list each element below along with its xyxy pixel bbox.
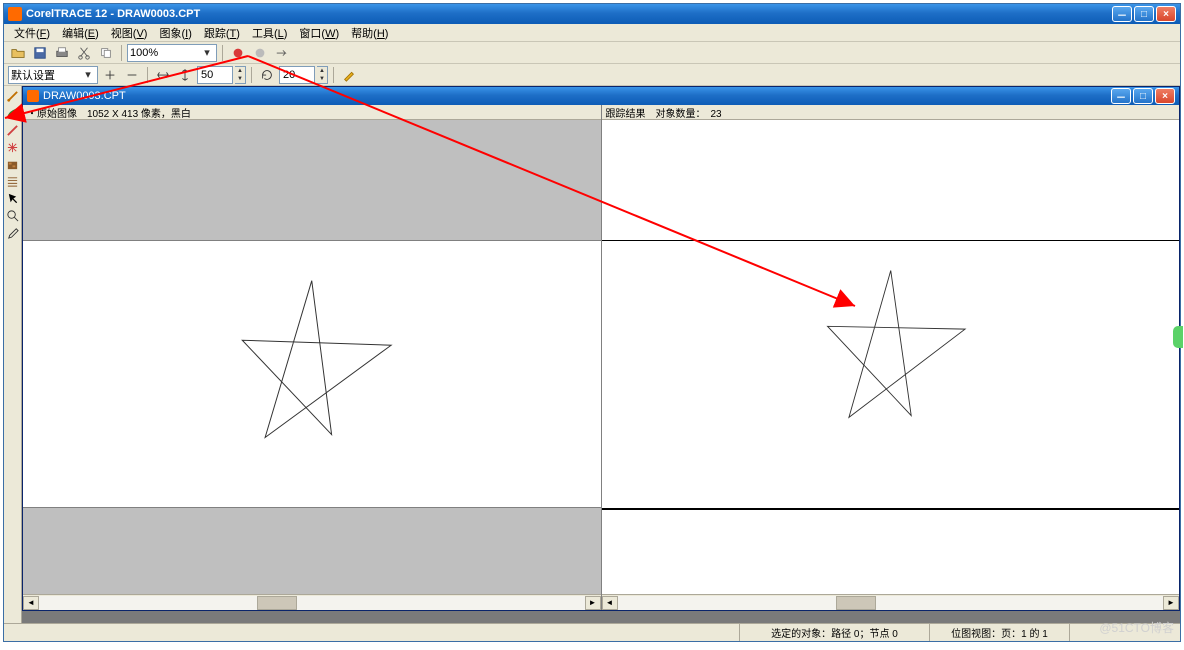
outline-trace-tool[interactable]	[5, 88, 21, 104]
source-image-area	[23, 240, 601, 508]
pick-tool[interactable]	[5, 190, 21, 206]
result-h-scrollbar[interactable]: ◄ ►	[602, 594, 1180, 610]
separator	[147, 67, 148, 83]
status-bar: 选定的对象：路径 0；节点 0 位图视图：页：1 的 1	[4, 623, 1180, 641]
zoom-tool[interactable]	[5, 207, 21, 223]
chevron-down-icon: ▾	[81, 68, 95, 82]
source-h-scrollbar[interactable]: ◄ ►	[23, 594, 601, 610]
status-bitmap: 位图视图：页：1 的 1	[930, 624, 1070, 641]
separator	[222, 45, 223, 61]
document-window: DRAW0003.CPT － □ × ・原始图像 1052 X 413 像素，黑…	[22, 86, 1180, 611]
app-icon	[8, 7, 22, 21]
minimize-button[interactable]: －	[1112, 6, 1132, 22]
mdi-area: DRAW0003.CPT － □ × ・原始图像 1052 X 413 像素，黑…	[22, 86, 1180, 623]
result-pane-header: 跟踪结果 对象数量： 23	[602, 105, 1180, 120]
result-canvas[interactable]	[602, 120, 1180, 594]
preset-label: 默认设置	[11, 67, 81, 83]
refresh-button[interactable]	[257, 66, 277, 84]
mosaic-tool[interactable]	[5, 156, 21, 172]
menu-view[interactable]: 视图(V)	[105, 24, 154, 42]
scroll-thumb[interactable]	[836, 596, 876, 610]
centerline-tool[interactable]	[5, 122, 21, 138]
trace-toolbox	[4, 86, 22, 623]
maximize-button[interactable]: □	[1134, 6, 1154, 22]
sketch-tool[interactable]	[5, 139, 21, 155]
scroll-left-icon[interactable]: ◄	[23, 596, 39, 610]
result-star-drawing	[602, 120, 1180, 594]
advanced-outline-tool[interactable]	[5, 105, 21, 121]
doc-maximize-button[interactable]: □	[1133, 88, 1153, 104]
source-star-drawing	[23, 241, 601, 507]
document-content: ・原始图像 1052 X 413 像素，黑白 ◄ ►	[23, 105, 1179, 610]
eyedropper-tool[interactable]	[5, 224, 21, 240]
fit-width-button[interactable]	[153, 66, 173, 84]
scroll-right-icon[interactable]: ►	[1163, 596, 1179, 610]
open-button[interactable]	[8, 44, 28, 62]
result-pane: 跟踪结果 对象数量： 23 ◄ ►	[602, 105, 1180, 610]
smoothing-spinner[interactable]: ▲▼	[317, 66, 328, 84]
app-title: CorelTRACE 12 - DRAW0003.CPT	[26, 8, 1110, 20]
scroll-thumb[interactable]	[257, 596, 297, 610]
source-canvas[interactable]	[23, 120, 601, 594]
side-badge-icon	[1173, 326, 1183, 348]
menu-file[interactable]: 文件(F)	[8, 24, 56, 42]
menu-window[interactable]: 窗口(W)	[293, 24, 345, 42]
woodcut-tool[interactable]	[5, 173, 21, 189]
document-title: DRAW0003.CPT	[43, 90, 1109, 102]
cut-button[interactable]	[74, 44, 94, 62]
source-pane-header: ・原始图像 1052 X 413 像素，黑白	[23, 105, 601, 120]
doc-close-button[interactable]: ×	[1155, 88, 1175, 104]
scroll-left-icon[interactable]: ◄	[602, 596, 618, 610]
remove-preset-button[interactable]	[122, 66, 142, 84]
record-button[interactable]	[228, 44, 248, 62]
brush-button[interactable]	[339, 66, 359, 84]
document-titlebar[interactable]: DRAW0003.CPT － □ ×	[23, 87, 1179, 105]
print-button[interactable]	[52, 44, 72, 62]
main-window: CorelTRACE 12 - DRAW0003.CPT － □ × 文件(F)…	[3, 3, 1181, 642]
add-preset-button[interactable]	[100, 66, 120, 84]
property-toolbar: 默认设置 ▾ 50 ▲▼ 20 ▲▼	[4, 64, 1180, 86]
menu-help[interactable]: 帮助(H)	[345, 24, 394, 42]
align-button[interactable]	[175, 66, 195, 84]
main-menubar: 文件(F) 编辑(E) 视图(V) 图象(I) 跟踪(T) 工具(L) 窗口(W…	[4, 24, 1180, 42]
separator	[121, 45, 122, 61]
menu-trace[interactable]: 跟踪(T)	[198, 24, 246, 42]
trace-arrow-button[interactable]	[272, 44, 292, 62]
zoom-combo[interactable]: 100% ▾	[127, 44, 217, 62]
menu-image[interactable]: 图象(I)	[153, 24, 197, 42]
copy-button[interactable]	[96, 44, 116, 62]
menu-tools[interactable]: 工具(L)	[246, 24, 293, 42]
threshold-input[interactable]: 50	[197, 66, 233, 84]
doc-minimize-button[interactable]: －	[1111, 88, 1131, 104]
save-button[interactable]	[30, 44, 50, 62]
separator	[333, 67, 334, 83]
separator	[251, 67, 252, 83]
client-area: DRAW0003.CPT － □ × ・原始图像 1052 X 413 像素，黑…	[4, 86, 1180, 623]
stop-button[interactable]	[250, 44, 270, 62]
status-selection: 选定的对象：路径 0；节点 0	[740, 624, 930, 641]
source-pane: ・原始图像 1052 X 413 像素，黑白 ◄ ►	[23, 105, 602, 610]
document-icon	[27, 90, 39, 102]
standard-toolbar: 100% ▾	[4, 42, 1180, 64]
menu-edit[interactable]: 编辑(E)	[56, 24, 105, 42]
chevron-down-icon: ▾	[200, 46, 214, 60]
main-titlebar[interactable]: CorelTRACE 12 - DRAW0003.CPT － □ ×	[4, 4, 1180, 24]
threshold-spinner[interactable]: ▲▼	[235, 66, 246, 84]
watermark-text: @51CTO博客	[1099, 619, 1174, 636]
preset-combo[interactable]: 默认设置 ▾	[8, 66, 98, 84]
status-blank-1	[4, 624, 740, 641]
scroll-right-icon[interactable]: ►	[585, 596, 601, 610]
smoothing-input[interactable]: 20	[279, 66, 315, 84]
close-button[interactable]: ×	[1156, 6, 1176, 22]
zoom-value: 100%	[130, 47, 200, 59]
